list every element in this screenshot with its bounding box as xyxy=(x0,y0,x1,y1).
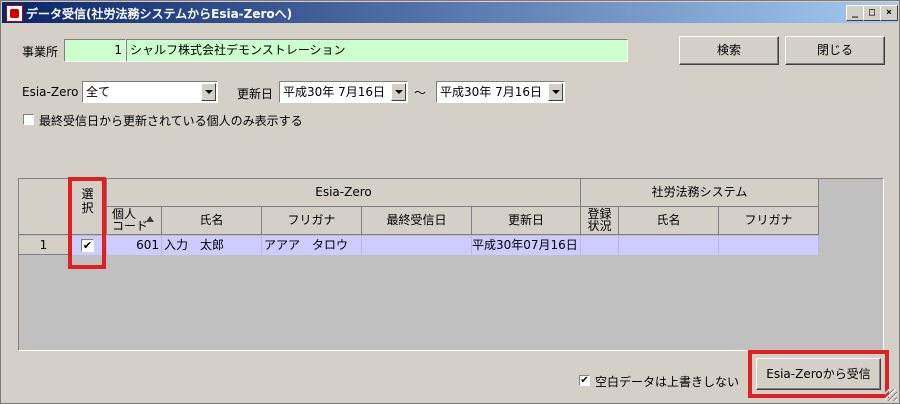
esia-zero-select-value: 全て xyxy=(86,85,111,99)
highlight-receive-button xyxy=(748,350,889,398)
chevron-down-icon[interactable] xyxy=(548,83,563,101)
highlight-select-column xyxy=(68,177,106,269)
cell-code[interactable]: 601 xyxy=(107,236,162,255)
date-from-value: 平成30年 7月16日 xyxy=(283,85,385,99)
chevron-down-icon[interactable] xyxy=(201,83,216,101)
col-header-code[interactable]: 個人 コード xyxy=(107,207,162,235)
search-button[interactable]: 検索 xyxy=(679,36,779,65)
update-date-label: 更新日 xyxy=(237,87,274,101)
cell-last-received[interactable] xyxy=(362,236,472,255)
resize-grip-icon[interactable] xyxy=(885,389,897,401)
grid-corner-header xyxy=(19,179,69,235)
filter-updated-checkbox[interactable] xyxy=(23,114,34,125)
col-header-updated[interactable]: 更新日 xyxy=(472,207,581,235)
no-overwrite-blank-label: 空白データは上書きしない xyxy=(595,375,740,389)
cell-name[interactable]: 入力 太郎 xyxy=(162,236,262,255)
office-label: 事業所 xyxy=(22,45,59,59)
esia-zero-label: Esia-Zero xyxy=(22,85,79,99)
data-grid: 選 択 Esia-Zero 社労法務システム 個人 コード 氏名 フリガナ 最終… xyxy=(18,178,884,351)
cell-updated[interactable]: 平成30年07月16日 xyxy=(472,236,581,255)
esia-zero-select[interactable]: 全て xyxy=(82,81,218,103)
office-name-field[interactable]: シャルフ株式会社デモンストレーション xyxy=(126,39,628,62)
data-receive-window: データ受信(社労法務システムからEsia-Zeroへ) _ □ × 事業所 1 … xyxy=(0,0,900,404)
date-from-select[interactable]: 平成30年 7月16日 xyxy=(279,81,408,103)
col-header-name[interactable]: 氏名 xyxy=(162,207,262,235)
app-icon xyxy=(6,5,23,22)
window-title: データ受信(社労法務システムからEsia-Zeroへ) xyxy=(26,7,293,21)
chevron-down-icon[interactable] xyxy=(391,83,406,101)
cell-s-name[interactable] xyxy=(619,236,719,255)
col-header-s-name[interactable]: 氏名 xyxy=(619,207,719,235)
close-button[interactable]: 閉じる xyxy=(785,36,885,65)
title-bar[interactable]: データ受信(社労法務システムからEsia-Zeroへ) _ □ × xyxy=(2,2,898,23)
col-header-kana[interactable]: フリガナ xyxy=(262,207,362,235)
tilde-label: ～ xyxy=(414,86,427,100)
minimize-button[interactable]: _ xyxy=(846,5,864,21)
cell-reg-status[interactable] xyxy=(581,236,619,255)
col-header-reg-status[interactable]: 登録 状況 xyxy=(581,207,619,235)
office-code-field[interactable]: 1 xyxy=(64,39,126,62)
cell-kana[interactable]: アアア タロウ xyxy=(262,236,362,255)
group-header-esia-zero: Esia-Zero xyxy=(107,179,581,207)
date-to-select[interactable]: 平成30年 7月16日 xyxy=(436,81,565,103)
row-number: 1 xyxy=(19,236,69,255)
date-to-value: 平成30年 7月16日 xyxy=(440,85,542,99)
col-header-last-received[interactable]: 最終受信日 xyxy=(362,207,472,235)
maximize-button[interactable]: □ xyxy=(863,5,881,21)
cell-s-kana[interactable] xyxy=(719,236,819,255)
col-header-code-label: 個人 コード xyxy=(112,207,149,233)
col-header-s-kana[interactable]: フリガナ xyxy=(719,207,819,235)
close-window-button[interactable]: × xyxy=(880,5,898,21)
sort-ascending-icon xyxy=(146,216,154,222)
no-overwrite-blank-checkbox[interactable]: ✔ xyxy=(579,375,590,386)
filter-updated-label: 最終受信日から更新されている個人のみ表示する xyxy=(39,114,303,128)
group-header-sharou-system: 社労法務システム xyxy=(581,179,819,207)
